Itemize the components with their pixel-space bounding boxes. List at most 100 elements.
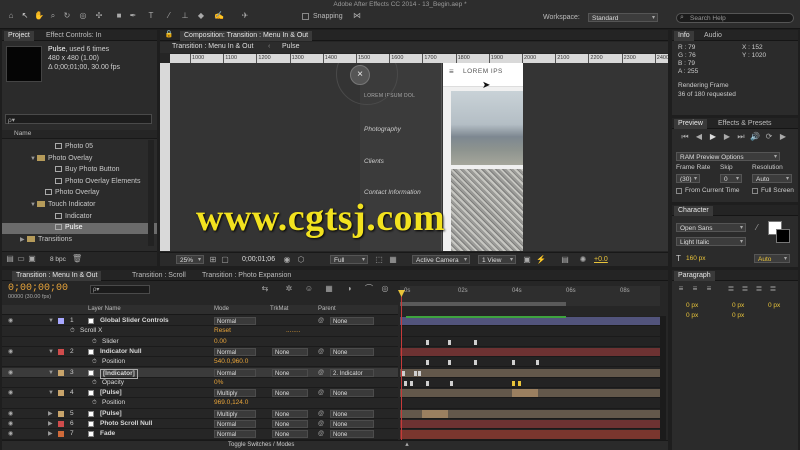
layer-name[interactable]: [Pulse] (100, 409, 122, 419)
frame-rate-dropdown[interactable]: (30) (676, 174, 700, 183)
table-row[interactable]: ◉ ▼ 1 Global Slider Controls Normal @ None (2, 316, 398, 327)
parent-dropdown[interactable]: None (330, 430, 374, 439)
timeline-tab-scroll[interactable]: Transition : Scroll (128, 271, 190, 281)
visibility-eye-icon[interactable]: ◉ (8, 429, 13, 439)
tab-composition[interactable]: Composition: Transition : Menu In & Out (180, 31, 313, 41)
stopwatch-icon[interactable]: ⏱ (92, 337, 97, 347)
col-parent[interactable]: Parent (318, 306, 336, 312)
trkmat-dropdown[interactable]: None (272, 347, 308, 356)
tab-effects-presets[interactable]: Effects & Presets (714, 119, 776, 129)
font-size-value[interactable]: 160 px (686, 255, 706, 262)
home-tool-icon[interactable]: ⌂ (6, 11, 16, 21)
mask-toggle-icon[interactable]: ▢ (220, 255, 230, 265)
expand-triangle-icon[interactable]: ▼ (30, 154, 37, 165)
trkmat-dropdown[interactable]: None (272, 409, 308, 418)
lock-icon[interactable]: 🔒 (164, 30, 174, 40)
rotate-tool-icon[interactable]: ↻ (62, 11, 72, 21)
visibility-eye-icon[interactable]: ◉ (8, 347, 13, 357)
timeline-scrollbar[interactable] (660, 316, 666, 440)
expand-triangle-icon[interactable]: ▼ (48, 368, 54, 378)
snapshot-icon[interactable]: ◉ (282, 255, 292, 265)
track-row[interactable] (400, 326, 660, 337)
table-row[interactable]: Scroll X ⏱ Reset........ (2, 326, 398, 337)
track-row[interactable] (400, 378, 660, 389)
parent-pickwhip-icon[interactable]: @ (318, 429, 324, 439)
breadcrumb-parent[interactable]: Transition : Menu In & Out (172, 43, 253, 50)
stopwatch-icon[interactable]: ⏱ (92, 357, 97, 367)
parent-dropdown[interactable]: None (330, 389, 374, 398)
col-mode[interactable]: Mode (214, 306, 229, 312)
type-tool-icon[interactable]: T (146, 11, 156, 21)
audio-icon[interactable]: 🔊 (750, 132, 760, 142)
trkmat-dropdown[interactable]: None (272, 430, 308, 439)
keyframe-marker[interactable] (448, 360, 451, 366)
layer-duration-bar[interactable] (400, 430, 660, 439)
track-row[interactable] (400, 357, 660, 368)
tab-info[interactable]: Info (674, 31, 694, 41)
table-row[interactable]: ◉ ▶ 7 Fade Normal None @ None (2, 429, 398, 440)
table-row[interactable]: Position ⏱ 969.0,124.0 (2, 398, 398, 409)
comp-flowchart-icon[interactable]: ⇆ (260, 284, 270, 294)
justify-left-icon[interactable]: ≣ (726, 284, 736, 294)
visibility-eye-icon[interactable]: ◉ (8, 419, 13, 429)
font-style-dropdown[interactable]: Light Italic (676, 237, 746, 246)
puppet-tool-icon[interactable]: ✈ (240, 11, 250, 21)
keyframe-marker[interactable] (536, 360, 539, 366)
label-color-swatch[interactable] (58, 348, 64, 355)
exposure-reset-icon[interactable]: ✺ (578, 255, 588, 265)
layer-duration-bar[interactable] (400, 317, 660, 326)
camera-tool-icon[interactable]: ◎ (78, 11, 88, 21)
timeline-tab-menu[interactable]: Transition : Menu In & Out (12, 271, 102, 281)
property-name[interactable]: Position (102, 357, 125, 367)
expand-triangle-icon[interactable]: ▶ (48, 409, 53, 419)
grid-toggle-icon[interactable]: ⊞ (208, 255, 218, 265)
timeline-tab-photo[interactable]: Transition : Photo Expansion (198, 271, 295, 281)
col-layer-name[interactable]: Layer Name (88, 306, 121, 312)
graph-editor-icon[interactable]: ⌒ (364, 284, 374, 294)
justify-all-icon[interactable]: ≣ (768, 284, 778, 294)
blend-mode-dropdown[interactable]: Normal (214, 430, 256, 439)
next-frame-icon[interactable]: ▶ (722, 132, 732, 142)
ram-preview-icon[interactable]: ▶ (778, 132, 788, 142)
project-item[interactable]: Indicator (2, 212, 157, 223)
pan-behind-tool-icon[interactable]: ✣ (94, 11, 104, 21)
expand-triangle-icon[interactable]: ▶ (20, 235, 27, 246)
table-row[interactable]: ◉ ▼ 3 [Indicator] Normal None @2. Indicator (2, 367, 398, 379)
parent-dropdown[interactable]: 2. Indicator (330, 368, 374, 377)
layer-name[interactable]: Fade (100, 429, 115, 439)
property-value[interactable]: 0% (214, 378, 223, 388)
timeline-link-icon[interactable]: ▤ (560, 255, 570, 265)
label-color-swatch[interactable] (58, 390, 64, 397)
tab-project[interactable]: Project (4, 31, 34, 41)
keyframe-marker[interactable] (414, 370, 417, 376)
snap-options-icon[interactable]: ⋈ (352, 11, 362, 21)
transparency-grid-icon[interactable]: ▦ (388, 255, 398, 265)
layer-duration-bar[interactable] (400, 420, 660, 429)
table-row[interactable]: Opacity ⏱ 0% (2, 378, 398, 389)
layer-name[interactable]: Indicator Null (100, 347, 142, 357)
bpc-label[interactable]: 8 bpc (50, 256, 66, 263)
justify-center-icon[interactable]: ≣ (740, 284, 750, 294)
timeline-search-input[interactable]: ρ▾ (90, 285, 150, 294)
keyframe-marker[interactable] (512, 380, 515, 386)
preview-resolution-dropdown[interactable]: Auto (752, 174, 792, 183)
justify-right-icon[interactable]: ≣ (754, 284, 764, 294)
full-screen-checkbox[interactable] (752, 188, 758, 194)
parent-pickwhip-icon[interactable]: @ (318, 347, 324, 357)
project-item[interactable]: ▼ Touch Indicator (2, 200, 157, 211)
shy-layers-icon[interactable]: ☺ (304, 284, 314, 294)
keyframe-marker[interactable] (518, 380, 521, 386)
trkmat-dropdown[interactable]: None (272, 420, 308, 428)
track-row[interactable] (400, 398, 660, 409)
fast-preview-icon[interactable]: ⚡ (536, 255, 546, 265)
property-name[interactable]: Opacity (102, 378, 124, 388)
keyframe-marker[interactable] (450, 380, 453, 386)
comp-timecode[interactable]: 0;00;01;06 (242, 256, 275, 263)
track-row[interactable] (400, 409, 660, 419)
tab-character[interactable]: Character (674, 206, 713, 216)
last-frame-icon[interactable]: ⏭ (736, 132, 746, 142)
expand-triangle-icon[interactable]: ▼ (48, 388, 54, 398)
indent-left-value[interactable]: 0 px (686, 302, 698, 309)
keyframe-marker[interactable] (512, 360, 515, 366)
parent-dropdown[interactable]: None (330, 409, 374, 418)
